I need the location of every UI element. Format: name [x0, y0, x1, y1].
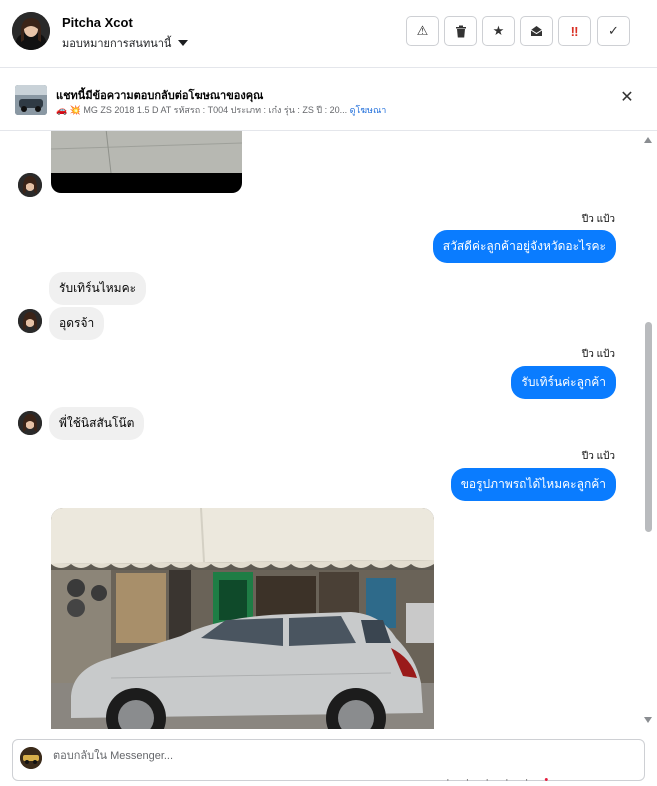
mark-unread-button[interactable] [520, 16, 553, 46]
contact-avatar-small [18, 173, 42, 197]
ad-title: แชทนี้มีข้อความตอบกลับต่อโฆษณาของคุณ [56, 90, 264, 102]
contact-avatar-small [18, 411, 42, 435]
sticker-icon[interactable]: · [525, 774, 545, 786]
warning-icon: ⚠ [416, 23, 429, 38]
envelope-open-icon [530, 26, 543, 36]
done-button[interactable]: ✓ [597, 16, 630, 46]
shared-car-photo[interactable] [51, 508, 434, 729]
caret-down-icon [178, 40, 189, 46]
page-avatar [20, 747, 42, 769]
check-icon: ✓ [608, 23, 619, 38]
image-icon[interactable]: · [466, 774, 486, 786]
outgoing-message[interactable]: สวัสดีค่ะลูกค้าอยู่จังหวัดอะไรคะ [432, 230, 616, 263]
composer-toolbar[interactable]: ·····• [446, 774, 564, 786]
gif-icon[interactable]: · [505, 774, 525, 786]
conversation-header: Pitcha Xcot มอบหมายการสนทนานี้ ⚠ ★ ‼ ✓ [0, 0, 657, 68]
message-thread[interactable]: ปีว แป้ว สวัสดีค่ะลูกค้าอยู่จังหวัดอะไรค… [0, 131, 657, 729]
delete-button[interactable] [444, 16, 477, 46]
important-button[interactable]: ‼ [558, 16, 591, 46]
view-ad-link[interactable]: ดูโฆษณา [350, 105, 387, 115]
attachment-icon[interactable]: · [446, 774, 466, 786]
star-icon: ★ [492, 23, 505, 38]
exclamation-icon: ‼ [570, 23, 579, 39]
emoji-icon[interactable]: · [485, 774, 505, 786]
assign-label: มอบหมายการสนทนานี้ [62, 38, 172, 50]
seen-indicator: ปีว แป้ว [581, 451, 615, 462]
contact-avatar[interactable] [12, 12, 50, 50]
report-button[interactable]: ⚠ [406, 16, 439, 46]
incoming-message[interactable]: พี่ใช้นิสสันโน๊ต [49, 407, 145, 440]
assign-conversation-dropdown[interactable]: มอบหมายการสนทนานี้ [62, 34, 189, 52]
incoming-message[interactable]: รับเทิร์นไหมคะ [49, 272, 147, 305]
scroll-up-icon[interactable] [644, 137, 652, 143]
reply-input[interactable] [51, 749, 615, 763]
ad-thumbnail[interactable] [15, 85, 47, 115]
ad-description: 🚗 💥 MG ZS 2018 1.5 D AT รหัสรถ : T004 ปร… [56, 103, 386, 117]
contact-avatar-small [18, 309, 42, 333]
close-icon[interactable]: ✕ [618, 89, 636, 107]
outgoing-message[interactable]: ขอรูปภาพรถได้ไหมคะลูกค้า [450, 468, 616, 501]
incoming-message[interactable]: อุดรจ้า [49, 307, 105, 340]
ad-context-bar: แชทนี้มีข้อความตอบกลับต่อโฆษณาของคุณ 🚗 💥… [0, 69, 657, 131]
notification-icon[interactable]: • [544, 774, 564, 786]
seen-indicator: ปีว แป้ว [581, 349, 615, 360]
trash-icon [455, 25, 466, 37]
ad-subtitle-text: 🚗 💥 MG ZS 2018 1.5 D AT รหัสรถ : T004 ปร… [56, 105, 348, 115]
scroll-down-icon[interactable] [644, 717, 652, 723]
contact-name[interactable]: Pitcha Xcot [62, 15, 133, 30]
scrollbar-thumb[interactable] [645, 322, 652, 532]
star-button[interactable]: ★ [482, 16, 515, 46]
shared-image-top[interactable] [51, 131, 242, 193]
outgoing-message[interactable]: รับเทิร์นค่ะลูกค้า [511, 366, 616, 399]
seen-indicator: ปีว แป้ว [581, 214, 615, 225]
